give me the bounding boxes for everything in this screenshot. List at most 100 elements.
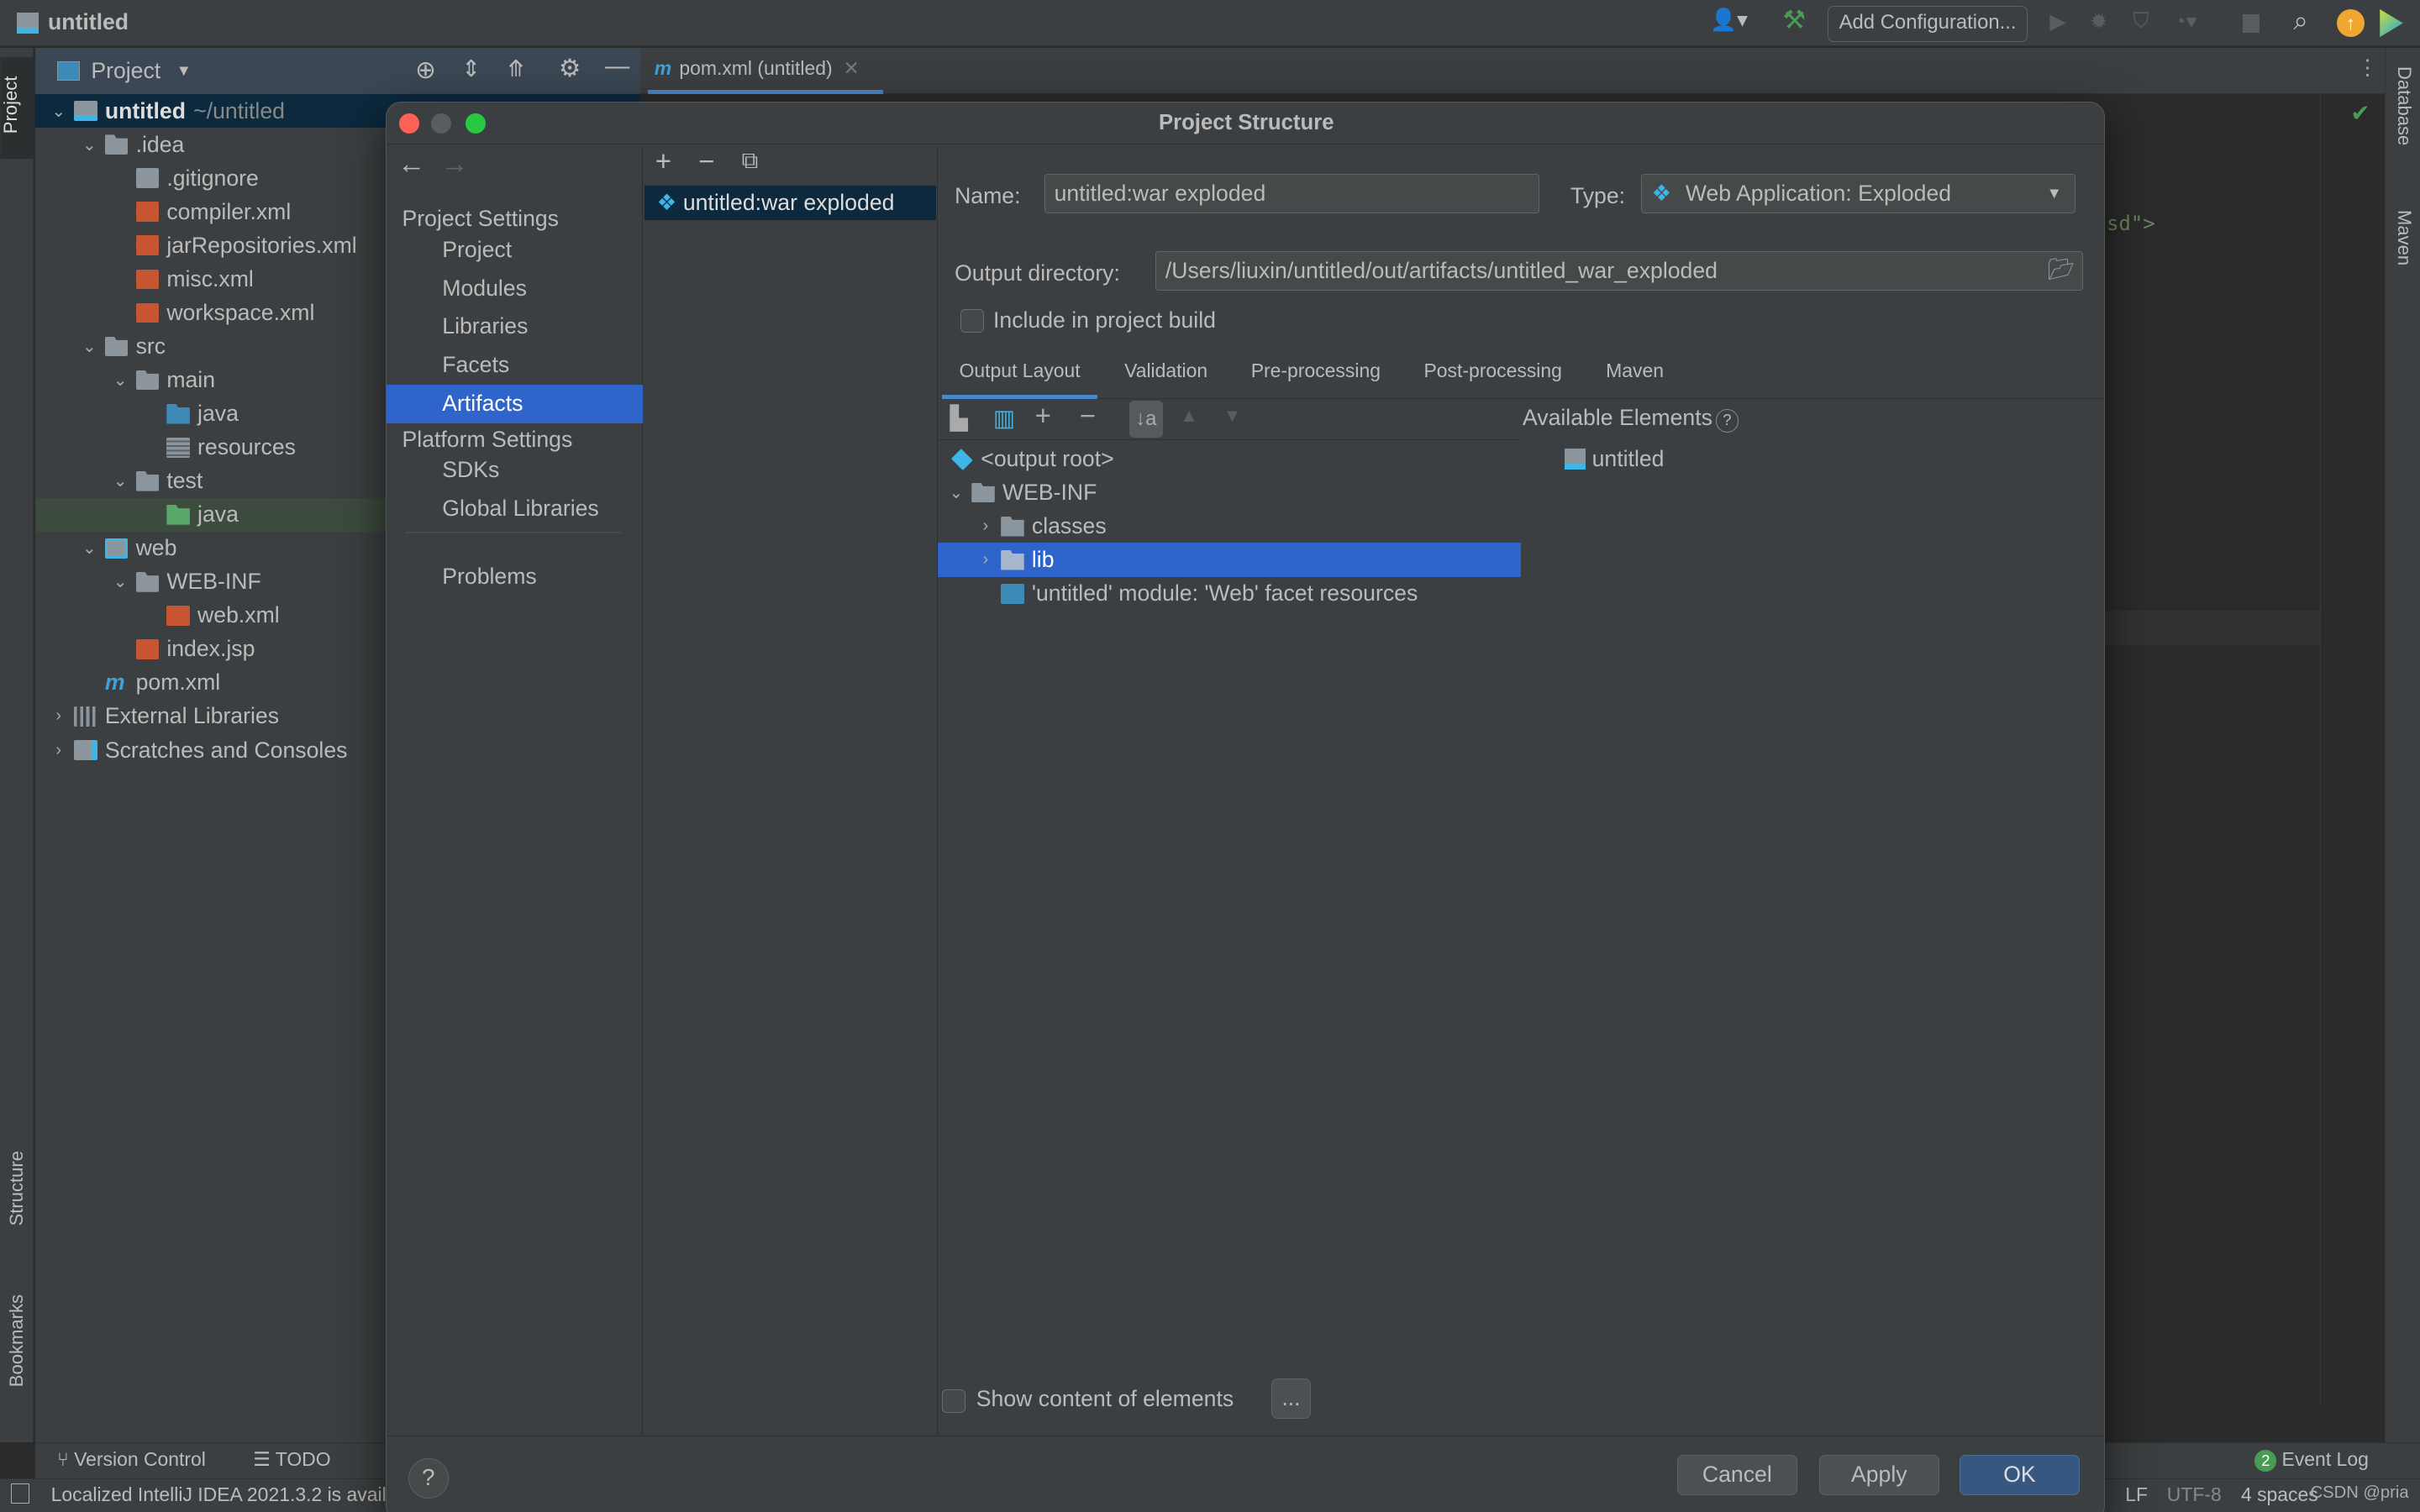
move-up-icon[interactable]: ▲: [1180, 405, 1198, 427]
create-archive-icon[interactable]: ▥: [993, 405, 1015, 432]
expand-all-icon[interactable]: ⇕: [461, 55, 481, 82]
available-element-item[interactable]: untitled: [1564, 442, 1664, 475]
tab-validation[interactable]: Validation: [1107, 349, 1224, 399]
chevron-down-icon[interactable]: ⌄: [79, 134, 101, 155]
nav-item-libraries[interactable]: Libraries: [387, 307, 643, 346]
chevron-right-icon[interactable]: ›: [975, 517, 997, 536]
back-icon[interactable]: ←: [397, 149, 425, 181]
ok-button[interactable]: OK: [1959, 1455, 2081, 1495]
indent-setting[interactable]: 4 spaces: [2241, 1483, 2318, 1506]
layout-tree-item[interactable]: ⌄ WEB-INF: [938, 475, 1521, 509]
nav-item-global-libraries[interactable]: Global Libraries: [387, 490, 643, 528]
tab-post-processing[interactable]: Post-processing: [1407, 349, 1579, 399]
chevron-down-icon[interactable]: ⌄: [109, 470, 131, 491]
chevron-down-icon[interactable]: ⌄: [945, 482, 967, 503]
forward-icon[interactable]: →: [440, 149, 468, 181]
debug-icon[interactable]: ✹: [2090, 9, 2108, 34]
apply-button[interactable]: Apply: [1818, 1455, 1939, 1495]
chevron-down-icon[interactable]: ⌄: [79, 538, 101, 559]
layout-toolbar: ▙ ▥ + − ↓a ▲ ▼: [937, 399, 1522, 441]
jetbrains-icon[interactable]: [2380, 9, 2403, 38]
chevron-down-icon[interactable]: ⌄: [48, 101, 70, 122]
tab-pre-processing[interactable]: Pre-processing: [1234, 349, 1398, 399]
layout-icon[interactable]: [10, 1483, 29, 1504]
copy-artifact-icon[interactable]: ⧉: [742, 147, 759, 175]
add-configuration-button[interactable]: Add Configuration...: [1827, 6, 2028, 42]
user-icon[interactable]: 👤▾: [1710, 8, 1748, 33]
type-select[interactable]: ❖ Web Application: Exploded ▼: [1641, 173, 2075, 214]
file-encoding[interactable]: UTF-8: [2167, 1483, 2222, 1506]
remove-artifact-icon[interactable]: −: [698, 146, 714, 178]
build-hammer-icon[interactable]: ⚒: [1782, 5, 1806, 35]
layout-tree-item[interactable]: › lib: [937, 543, 1522, 577]
nav-item-modules[interactable]: Modules: [387, 270, 643, 308]
artifact-item[interactable]: ❖ untitled:war exploded: [644, 186, 937, 220]
tab-maven[interactable]: Maven: [1589, 349, 1681, 399]
more-icon[interactable]: ⋮: [2357, 55, 2379, 81]
status-message[interactable]: Localized IntelliJ IDEA 2021.3.2 is avai…: [51, 1483, 397, 1506]
layout-tree-item[interactable]: 'untitled' module: 'Web' facet resources: [938, 576, 1521, 610]
database-tool-tab[interactable]: Database: [2393, 66, 2415, 145]
tab-output-layout[interactable]: Output Layout: [942, 349, 1097, 399]
coverage-icon[interactable]: ⛉: [2133, 9, 2149, 34]
version-control-tab[interactable]: ⑂ Version Control: [57, 1448, 206, 1471]
show-content-label[interactable]: Show content of elements: [976, 1386, 1234, 1412]
name-field[interactable]: untitled:war exploded: [1044, 173, 1540, 214]
chevron-down-icon[interactable]: ⌄: [109, 571, 131, 592]
layout-tree-item-label: WEB-INF: [1002, 480, 1097, 506]
chevron-down-icon[interactable]: ⌄: [109, 370, 131, 391]
locate-icon[interactable]: ⊕: [415, 55, 436, 85]
add-copy-icon[interactable]: +: [1035, 401, 1051, 433]
close-window-button[interactable]: [398, 113, 419, 134]
run-icon[interactable]: ▶: [2049, 9, 2066, 34]
sort-alpha-icon[interactable]: ↓a: [1128, 400, 1164, 438]
todo-tab[interactable]: ☰ TODO: [253, 1448, 330, 1471]
layout-tree-item[interactable]: <output root>: [938, 442, 1521, 475]
hide-icon[interactable]: —: [605, 52, 629, 81]
folder-icon: [1001, 516, 1024, 537]
search-icon[interactable]: ⌕: [2293, 6, 2307, 37]
tab-pom-xml[interactable]: m pom.xml (untitled) ✕: [648, 48, 883, 95]
close-icon[interactable]: ✕: [843, 57, 859, 80]
maximize-window-button[interactable]: [465, 113, 486, 134]
nav-item-artifacts[interactable]: Artifacts: [387, 385, 644, 424]
remove-icon[interactable]: −: [1080, 401, 1096, 433]
add-artifact-icon[interactable]: +: [655, 146, 671, 178]
chevron-down-icon[interactable]: ⌄: [79, 336, 101, 357]
ellipsis-button[interactable]: ...: [1270, 1378, 1312, 1419]
nav-item-sdks[interactable]: SDKs: [387, 451, 643, 490]
profile-icon[interactable]: ◔▾: [2173, 9, 2196, 34]
chevron-right-icon[interactable]: ›: [48, 741, 70, 760]
chevron-right-icon[interactable]: ›: [975, 550, 997, 570]
maven-tool-tab[interactable]: Maven: [2393, 210, 2415, 265]
project-view-selector[interactable]: Project: [91, 58, 160, 84]
structure-tool-tab[interactable]: Structure: [6, 1151, 28, 1226]
gear-icon[interactable]: ⚙: [559, 54, 581, 83]
include-in-build-label[interactable]: Include in project build: [993, 307, 1216, 333]
help-icon[interactable]: ?: [1715, 409, 1739, 433]
browse-folder-icon[interactable]: 📂︎: [2047, 257, 2075, 282]
update-icon[interactable]: ↑: [2336, 9, 2365, 38]
event-log-tab[interactable]: 2 Event Log: [2254, 1448, 2369, 1472]
new-directory-icon[interactable]: ▙: [950, 405, 968, 432]
web-facet-icon: [1001, 583, 1024, 604]
cancel-button[interactable]: Cancel: [1676, 1455, 1797, 1495]
output-directory-field[interactable]: /Users/liuxin/untitled/out/artifacts/unt…: [1155, 250, 2083, 291]
stop-icon[interactable]: [2242, 13, 2260, 33]
nav-item-facets[interactable]: Facets: [387, 346, 643, 385]
folder-icon: [971, 482, 995, 503]
include-in-build-checkbox[interactable]: [960, 309, 984, 333]
nav-item-project[interactable]: Project: [387, 231, 643, 270]
chevron-right-icon[interactable]: ›: [48, 706, 70, 726]
help-button[interactable]: ?: [408, 1457, 449, 1499]
move-down-icon[interactable]: ▼: [1223, 405, 1242, 427]
bookmarks-tool-tab[interactable]: Bookmarks: [6, 1294, 28, 1387]
tree-item-label: main: [166, 367, 216, 393]
show-content-checkbox[interactable]: [942, 1389, 965, 1413]
nav-item-problems[interactable]: Problems: [387, 558, 643, 596]
line-separator[interactable]: LF: [2125, 1483, 2148, 1506]
layout-tree-item[interactable]: › classes: [938, 509, 1521, 543]
collapse-all-icon[interactable]: ⤊: [506, 55, 525, 82]
chevron-down-icon[interactable]: ▼: [176, 61, 192, 80]
project-tool-tab[interactable]: Project: [0, 56, 34, 160]
